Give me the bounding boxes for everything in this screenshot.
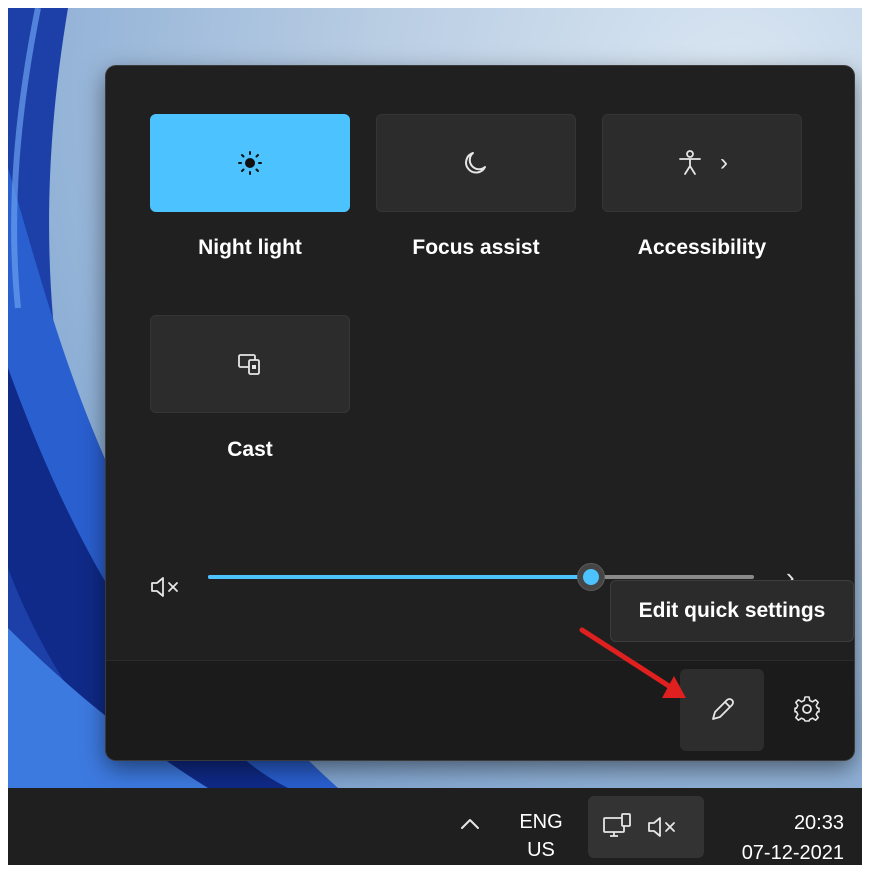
network-icon	[603, 813, 631, 837]
quick-settings-panel: Night light Focus assist › Accessibility	[106, 66, 854, 760]
gear-icon	[794, 696, 820, 722]
language-indicator[interactable]: ENG US	[513, 808, 569, 864]
volume-slider-track[interactable]	[208, 575, 754, 579]
quick-settings-footer	[106, 660, 854, 760]
chevron-right-icon: ›	[720, 149, 728, 176]
night-light-icon	[238, 151, 262, 175]
clock-date: 07-12-2021	[741, 842, 844, 864]
network-volume-button[interactable]	[588, 796, 704, 858]
accessibility-icon	[679, 150, 701, 175]
speaker-muted-icon	[648, 817, 675, 837]
language-secondary: US	[527, 839, 555, 861]
speaker-muted-icon[interactable]	[149, 573, 183, 601]
tile-accessibility[interactable]: ›	[602, 114, 802, 212]
tile-cast[interactable]	[150, 315, 350, 413]
tile-night-light-label: Night light	[198, 236, 302, 259]
cast-icon	[238, 354, 260, 375]
screenshot-frame: Night light Focus assist › Accessibility	[8, 8, 862, 865]
show-hidden-icons-chevron-icon[interactable]	[456, 810, 484, 838]
tile-focus-assist-label: Focus assist	[412, 236, 540, 259]
clock-time: 20:33	[793, 812, 844, 834]
volume-slider-fill	[208, 575, 590, 579]
tile-night-light[interactable]	[150, 114, 350, 212]
taskbar: ENG US 20:33 07-12-2021	[8, 788, 862, 865]
settings-button[interactable]	[782, 684, 832, 734]
volume-slider-thumb[interactable]	[577, 563, 605, 591]
tile-cast-label: Cast	[227, 438, 273, 461]
tile-accessibility-label: Accessibility	[637, 236, 767, 259]
annotation-arrow-icon	[579, 627, 686, 698]
moon-icon	[465, 152, 486, 174]
pencil-icon	[712, 698, 734, 720]
volume-slider-thumb-dot	[583, 569, 599, 585]
tile-focus-assist[interactable]	[376, 114, 576, 212]
clock[interactable]: 20:33 07-12-2021	[714, 808, 844, 865]
language-primary: ENG	[519, 811, 563, 833]
